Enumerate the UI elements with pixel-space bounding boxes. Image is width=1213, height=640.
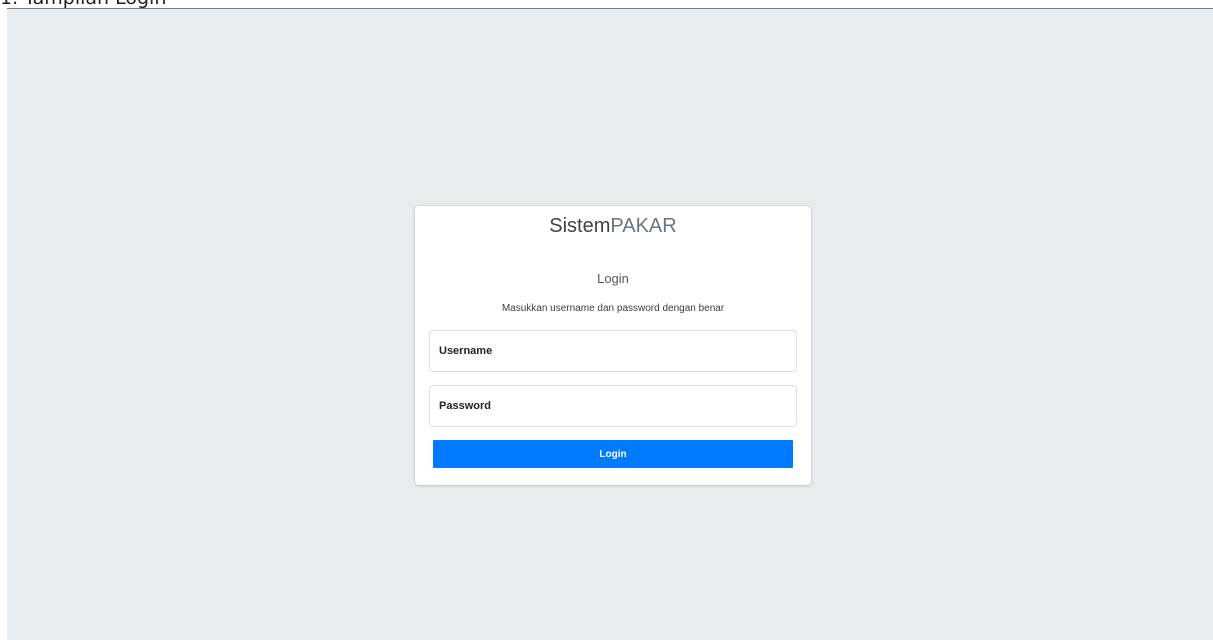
- login-instruction: Masukkan username dan password dengan be…: [501, 303, 725, 314]
- login-button[interactable]: Login: [433, 440, 793, 468]
- brand-name-strong: Sistem: [549, 215, 611, 237]
- login-title: Login: [597, 271, 629, 286]
- username-input[interactable]: [429, 330, 797, 372]
- browser-viewport: SistemPAKAR Login Masukkan username dan …: [7, 9, 1213, 640]
- brand-logo: SistemPAKAR: [415, 212, 811, 240]
- brand-name-light: PAKAR: [610, 215, 677, 237]
- login-card: SistemPAKAR Login Masukkan username dan …: [415, 206, 811, 485]
- document-caption: 1. Tampilan Login: [0, 0, 166, 8]
- password-input[interactable]: [429, 385, 797, 427]
